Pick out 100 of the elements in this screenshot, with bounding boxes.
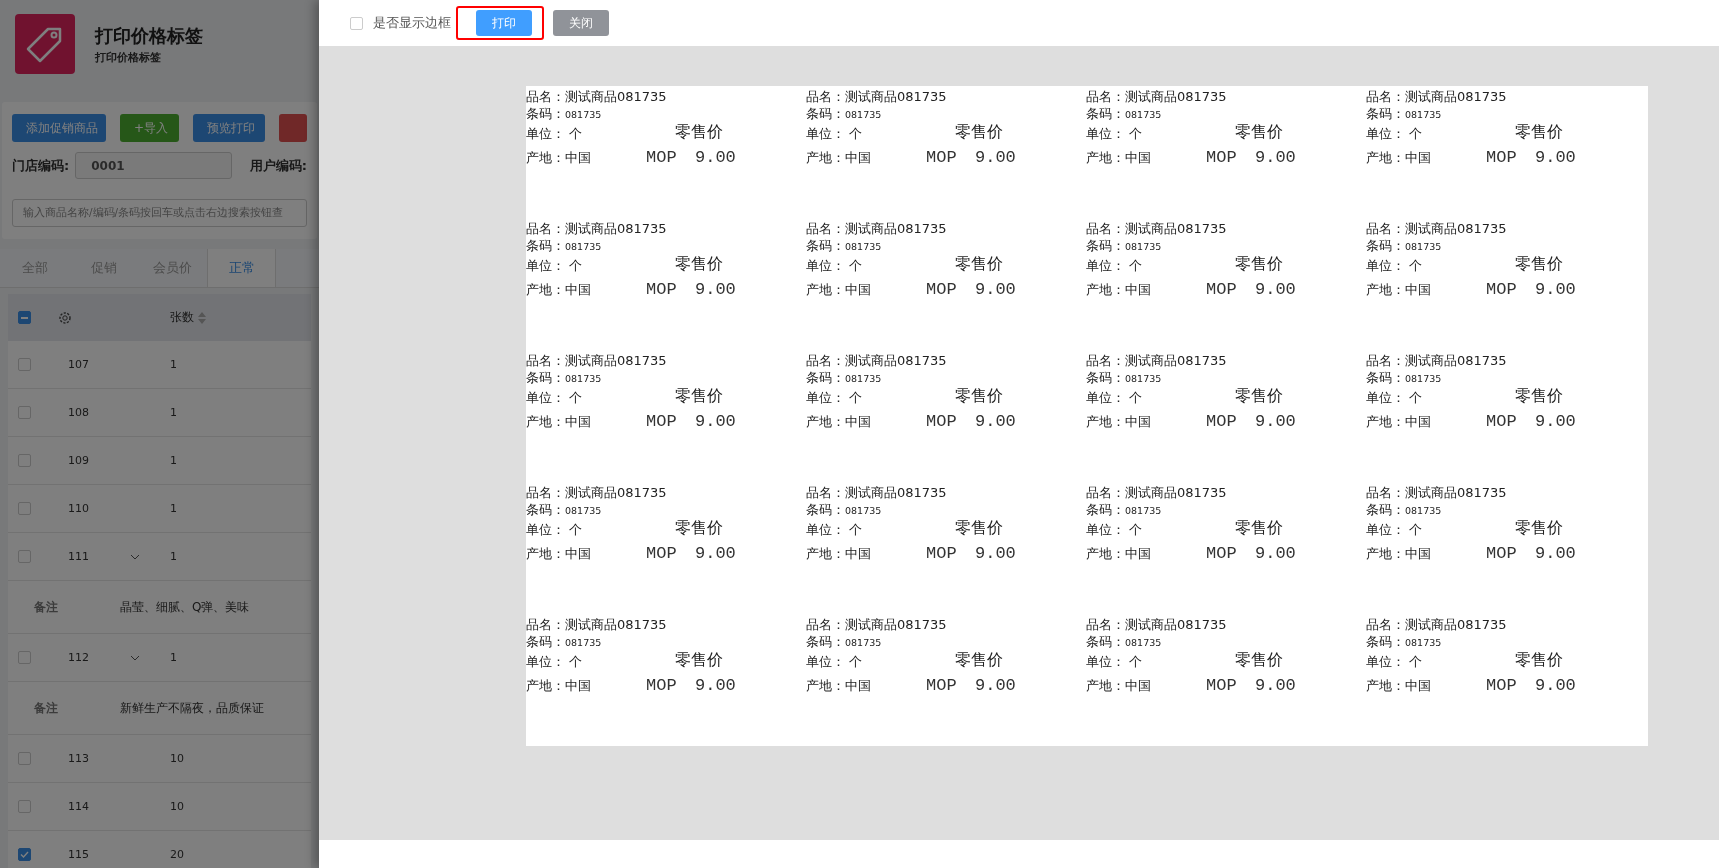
row-checkbox[interactable]: [18, 502, 31, 515]
origin-value: 中国: [1125, 678, 1151, 693]
row-checkbox[interactable]: [18, 550, 31, 563]
product-name: 测试商品081735: [565, 616, 667, 634]
select-all-checkbox[interactable]: [18, 311, 31, 324]
store-code-field[interactable]: 0001: [75, 152, 232, 179]
label-field-name: 条码：: [526, 633, 565, 651]
label-field-name: 品名：: [526, 616, 565, 634]
toolbar-button[interactable]: 添加促销商品: [12, 114, 106, 142]
remark-label: 备注: [34, 598, 59, 616]
product-name: 测试商品081735: [565, 352, 667, 370]
label-field-name: 单位：: [1366, 389, 1405, 407]
label-field-name: 单位：: [526, 653, 565, 671]
product-name: 测试商品081735: [1405, 484, 1507, 502]
border-checkbox[interactable]: [350, 16, 363, 30]
currency-code: MOP: [926, 412, 958, 431]
label-field-name: 品名：: [806, 352, 845, 370]
row-checkbox[interactable]: [18, 752, 31, 765]
print-button[interactable]: 打印: [476, 10, 532, 36]
barcode-value: 081735: [1405, 373, 1442, 384]
barcode-value: 081735: [1125, 505, 1162, 516]
currency-code: MOP: [1206, 676, 1238, 695]
price-value: 9.00: [695, 412, 736, 431]
unit-value: 个: [569, 653, 582, 671]
label-field-name: 条码：: [1086, 105, 1125, 123]
currency-code: MOP: [646, 412, 678, 431]
price-value: 9.00: [1255, 412, 1296, 431]
product-name: 测试商品081735: [1125, 352, 1227, 370]
price-value: 9.00: [1535, 280, 1576, 299]
currency-code: MOP: [1486, 280, 1518, 299]
currency-code: MOP: [1486, 148, 1518, 167]
barcode-value: 081735: [1405, 109, 1442, 120]
label-field-name: 品名：: [806, 220, 845, 238]
price-title: 零售价: [1235, 254, 1283, 275]
label-field-name: 产地：: [806, 282, 845, 297]
origin-value: 中国: [1125, 282, 1151, 297]
label-field-name: 单位：: [1086, 653, 1125, 671]
label-field-name: 品名：: [1366, 88, 1405, 106]
row-checkbox[interactable]: [18, 651, 31, 664]
label-field-name: 单位：: [526, 389, 565, 407]
origin-value: 中国: [1405, 282, 1431, 297]
barcode-value: 081735: [845, 373, 882, 384]
product-name: 测试商品081735: [845, 616, 947, 634]
price-title: 零售价: [675, 386, 723, 407]
close-button[interactable]: 关闭: [553, 10, 609, 36]
row-checkbox[interactable]: [18, 800, 31, 813]
origin-value: 中国: [1405, 414, 1431, 429]
label-field-name: 产地：: [1086, 414, 1125, 429]
price-title: 零售价: [1235, 518, 1283, 539]
price-value: 9.00: [1255, 280, 1296, 299]
label-field-name: 产地：: [1366, 546, 1405, 561]
label-field-name: 产地：: [1086, 150, 1125, 165]
toolbar-button[interactable]: 预览打印: [193, 114, 265, 142]
label-field-name: 品名：: [806, 484, 845, 502]
unit-value: 个: [1129, 257, 1142, 275]
table-cell: 1: [170, 502, 177, 515]
barcode-value: 081735: [565, 505, 602, 516]
label-field-name: 产地：: [526, 678, 565, 693]
label-field-name: 条码：: [806, 501, 845, 519]
label-field-name: 条码：: [526, 501, 565, 519]
row-checkbox[interactable]: [18, 358, 31, 371]
price-value: 9.00: [695, 676, 736, 695]
unit-value: 个: [849, 521, 862, 539]
unit-value: 个: [1409, 389, 1422, 407]
gear-icon[interactable]: [58, 310, 72, 325]
label-field-name: 品名：: [1086, 88, 1125, 106]
table-cell: 111: [68, 550, 89, 563]
product-name: 测试商品081735: [1125, 220, 1227, 238]
label-field-name: 条码：: [1366, 237, 1405, 255]
column-header[interactable]: 张数: [170, 309, 194, 326]
table-cell: 20: [170, 848, 184, 861]
toolbar-button[interactable]: +导入: [119, 114, 180, 142]
origin-value: 中国: [845, 546, 871, 561]
label-field-name: 品名：: [1086, 616, 1125, 634]
row-checkbox[interactable]: [18, 454, 31, 467]
tab[interactable]: 正常: [207, 249, 276, 287]
label-field-name: 单位：: [526, 521, 565, 539]
unit-value: 个: [569, 257, 582, 275]
label-field-name: 产地：: [1086, 678, 1125, 693]
label-field-name: 产地：: [1366, 414, 1405, 429]
label-field-name: 品名：: [1366, 616, 1405, 634]
label-field-name: 品名：: [1366, 352, 1405, 370]
row-checkbox[interactable]: [18, 848, 31, 861]
label-field-name: 条码：: [1366, 633, 1405, 651]
label-field-name: 条码：: [526, 105, 565, 123]
chevron-down-icon[interactable]: [130, 554, 140, 560]
price-value: 9.00: [1535, 412, 1576, 431]
row-checkbox[interactable]: [18, 406, 31, 419]
sort-icon[interactable]: [198, 311, 206, 324]
toolbar-button[interactable]: [279, 114, 307, 142]
label-field-name: 品名：: [1086, 352, 1125, 370]
label-field-name: 产地：: [1086, 282, 1125, 297]
price-title: 零售价: [955, 254, 1003, 275]
remark-label: 备注: [34, 699, 59, 717]
remark-text: 新鲜生产不隔夜，品质保证: [120, 699, 264, 717]
origin-value: 中国: [845, 678, 871, 693]
chevron-down-icon[interactable]: [130, 655, 140, 661]
origin-value: 中国: [1405, 546, 1431, 561]
price-value: 9.00: [975, 148, 1016, 167]
product-name: 测试商品081735: [565, 88, 667, 106]
